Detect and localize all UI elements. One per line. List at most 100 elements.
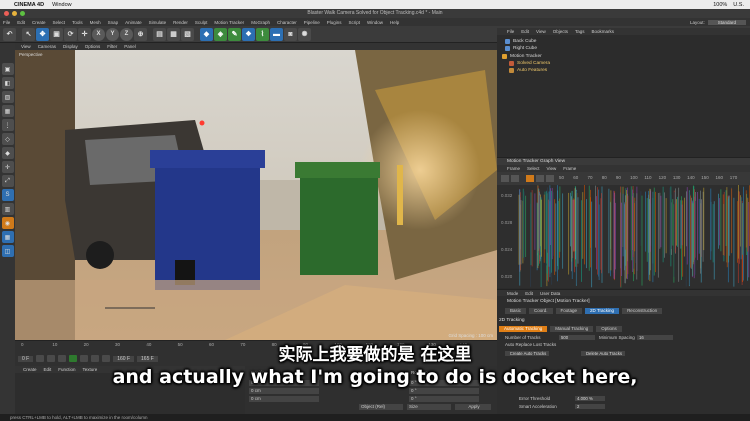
play-icon[interactable] [69,355,78,362]
edges-mode-icon[interactable]: ◇ [1,133,14,145]
menu-help[interactable]: Help [390,20,399,25]
coord-mode-select[interactable]: Object (Rel) [359,404,403,410]
graph-menu-select[interactable]: Select [527,166,540,171]
material-menu-texture[interactable]: Texture [83,367,98,372]
coord-b-field[interactable]: 0 ° [409,396,479,402]
prev-frame-icon[interactable] [58,355,67,362]
texture-mode-icon[interactable]: ▧ [1,91,14,103]
obj-menu-view[interactable]: View [536,29,546,34]
make-editable-icon[interactable]: ▣ [1,63,14,75]
material-menu-function[interactable]: Function [58,367,75,372]
menu-simulate[interactable]: Simulate [149,20,167,25]
minimize-window-icon[interactable] [12,11,17,16]
auto-replace-checkbox[interactable]: Auto Replace Lost Tracks [505,342,556,347]
z-axis-lock-icon[interactable]: Z [120,27,133,41]
object-row[interactable]: Back Cube [505,38,536,44]
recent-tools-icon[interactable]: ✛ [78,27,91,41]
polygons-mode-icon[interactable]: ◆ [1,147,14,159]
menu-character[interactable]: Character [277,20,297,25]
material-menu-create[interactable]: Create [23,367,37,372]
render-view-icon[interactable]: ▤ [153,27,166,41]
x-axis-lock-icon[interactable]: X [92,27,105,41]
delete-auto-tracks-button[interactable]: Delete Auto Tracks [581,351,625,356]
viewport-menu-options[interactable]: Options [85,44,101,49]
undo-icon[interactable]: ↶ [3,27,16,41]
floor-icon[interactable]: ▬ [270,27,283,41]
menu-mesh[interactable]: Mesh [90,20,101,25]
input-source[interactable]: U.S. [733,2,744,8]
subtab-automatic-tracking[interactable]: Automatic Tracking [499,326,548,332]
attr-menu-mode[interactable]: Mode [507,291,518,296]
obj-menu-bookmarks[interactable]: Bookmarks [592,29,615,34]
cloner-icon[interactable]: ❖ [242,27,255,41]
menu-animate[interactable]: Animate [125,20,142,25]
app-name[interactable]: CINEMA 4D [14,2,44,8]
frame-start-field[interactable]: 0 F [18,355,34,362]
timeline-ruler[interactable]: 0 10 20 30 40 50 60 70 80 90 100 110 120 130 140 [15,341,497,351]
rotate-tool-icon[interactable]: ⟳ [64,27,77,41]
menu-mograph[interactable]: MoGraph [251,20,270,25]
solo-icon[interactable]: ◉ [1,217,14,229]
next-frame-icon[interactable] [80,355,89,362]
graph-tool-icon[interactable] [526,175,534,182]
goto-start-icon[interactable] [36,355,45,362]
graph-tool-icon[interactable] [546,175,554,182]
menu-motion-tracker[interactable]: Motion Tracker [214,20,244,25]
attr-menu-edit[interactable]: Edit [525,291,533,296]
menu-script[interactable]: Script [349,20,361,25]
live-selection-icon[interactable]: ↖ [22,27,35,41]
camera-icon[interactable]: ◙ [284,27,297,41]
menu-window[interactable]: Window [52,2,72,8]
attr-menu-user-data[interactable]: User Data [540,291,560,296]
material-menu-edit[interactable]: Edit [44,367,52,372]
coord-z-field[interactable]: 0 cm [249,396,319,402]
subdivision-icon[interactable]: ◈ [214,27,227,41]
layout-select[interactable]: Standard [707,19,746,25]
tab-2d-tracking[interactable]: 2D Tracking [585,308,620,314]
light-icon[interactable]: ✺ [298,27,311,41]
quantize-icon[interactable]: ◫ [1,245,14,257]
cube-icon[interactable]: ◆ [200,27,213,41]
object-row[interactable]: Solved Camera [509,60,550,66]
coord-x-field[interactable]: 0 cm [249,380,319,386]
scale-tool-icon[interactable]: ▣ [50,27,63,41]
viewport-menu-panel[interactable]: Panel [124,44,136,49]
subtab-options[interactable]: Options [596,326,622,332]
workplane-icon[interactable]: ▦ [1,105,14,117]
obj-menu-edit[interactable]: Edit [521,29,529,34]
graph-tool-icon[interactable] [501,175,509,182]
menu-render[interactable]: Render [173,20,188,25]
graph-menu-view[interactable]: View [547,166,557,171]
y-axis-lock-icon[interactable]: Y [106,27,119,41]
close-window-icon[interactable] [4,11,9,16]
tweak-mode-icon[interactable]: ⤢ [1,175,14,187]
viewport-menu-display[interactable]: Display [63,44,78,49]
menu-select[interactable]: Select [53,20,66,25]
object-row[interactable]: Right Cube [505,45,537,51]
tab-reconstruction[interactable]: Reconstruction [622,308,663,314]
error-threshold-field[interactable]: 4.000 % [575,396,605,401]
number-of-tracks-field[interactable]: 500 [559,335,595,340]
graph-menu-frame[interactable]: Frame [507,166,520,171]
object-row[interactable]: Motion Tracker [502,53,542,59]
coord-h-field[interactable]: 0 ° [409,380,479,386]
workplane-lock-icon[interactable]: ▥ [1,203,14,215]
minimum-spacing-field[interactable]: 16 [637,335,673,340]
viewport-menu-filter[interactable]: Filter [107,44,117,49]
zoom-window-icon[interactable] [20,11,25,16]
menu-snap[interactable]: Snap [108,20,119,25]
menu-window[interactable]: Window [367,20,383,25]
menu-create[interactable]: Create [32,20,46,25]
graph-menu-frame-2[interactable]: Frame [563,166,576,171]
object-row[interactable]: Auto Features [509,67,547,73]
points-mode-icon[interactable]: ⋮ [1,119,14,131]
menu-pipeline[interactable]: Pipeline [304,20,320,25]
frame-total-field[interactable]: 165 F [137,355,158,362]
graph-tool-icon[interactable] [511,175,519,182]
model-mode-icon[interactable]: ◧ [1,77,14,89]
material-manager[interactable] [15,373,245,414]
perspective-viewport[interactable]: Perspective Grid Spacing: 100 cm [15,50,497,340]
graph-view-plot[interactable]: 0.032 0.028 0.024 0.020 [497,185,750,288]
spline-pen-icon[interactable]: ✎ [228,27,241,41]
obj-menu-file[interactable]: File [507,29,514,34]
